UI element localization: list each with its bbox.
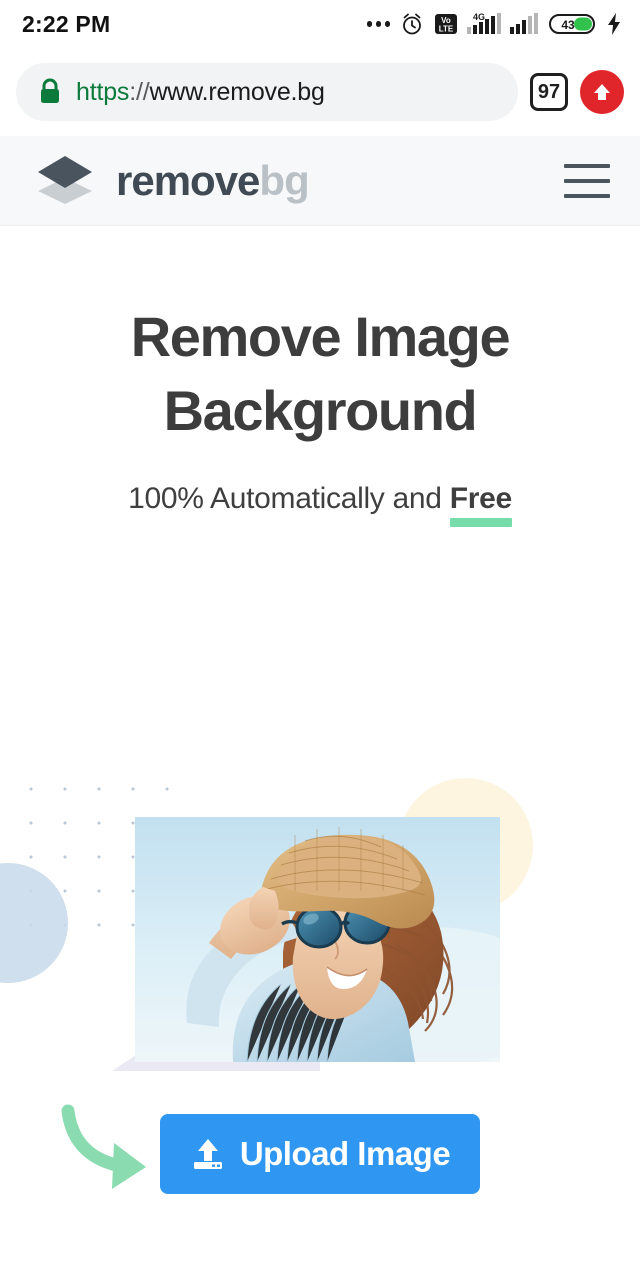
site-header: removebg [0,136,640,226]
site-logo[interactable]: removebg [30,152,310,210]
browser-toolbar: https://www.remove.bg 97 [0,48,640,136]
more-dots-icon [366,21,390,27]
status-time: 2:22 PM [22,10,111,37]
battery-icon: 43 [549,14,595,34]
upload-icon [193,1139,222,1169]
headline-line-2: Background [163,378,478,442]
upload-row: Upload Image [0,1104,640,1194]
address-bar[interactable]: https://www.remove.bg [16,63,518,121]
page-subtitle: 100% Automatically and Free [0,481,640,527]
svg-text:4G: 4G [473,12,485,22]
subtitle-prefix: 100% Automatically and [128,481,450,515]
layers-diamond-logo-icon [38,155,92,204]
curved-arrow-icon [61,1104,146,1189]
brand-wordmark: removebg [116,156,310,204]
alarm-clock-icon [403,13,421,35]
svg-text:43: 43 [561,18,575,32]
svg-text:LTE: LTE [439,25,454,34]
scroll-to-top-button[interactable] [580,70,624,114]
subtitle-highlight: Free [449,481,512,527]
url-text: https://www.remove.bg [76,78,325,107]
upload-image-button[interactable]: Upload Image [160,1114,480,1194]
hero-image [135,817,500,1062]
volte-icon: Vo LTE [435,14,457,34]
upload-button-label: Upload Image [239,1135,451,1172]
status-icon-tray: Vo LTE 4G 43 [366,11,623,37]
url-host: www.remove.bg [149,77,325,106]
page-content: Remove Image Background 100% Automatical… [0,226,640,1221]
arrow-up-icon [594,84,610,100]
url-scheme: https [76,77,130,106]
charging-bolt-icon [608,13,620,35]
brand-secondary: bg [259,156,309,204]
signal-4g-icon: 4G [467,12,501,34]
brand-primary: remove [116,156,260,204]
url-separator: :// [129,77,150,106]
hamburger-menu-icon[interactable] [564,163,610,198]
page-title: Remove Image Background [0,226,640,448]
android-status-bar: 2:22 PM Vo LTE 4G 43 [0,0,640,48]
signal-icon [510,13,538,34]
lock-icon [41,78,59,103]
tab-count-button[interactable]: 97 [530,73,568,111]
headline-line-1: Remove Image [130,305,511,368]
